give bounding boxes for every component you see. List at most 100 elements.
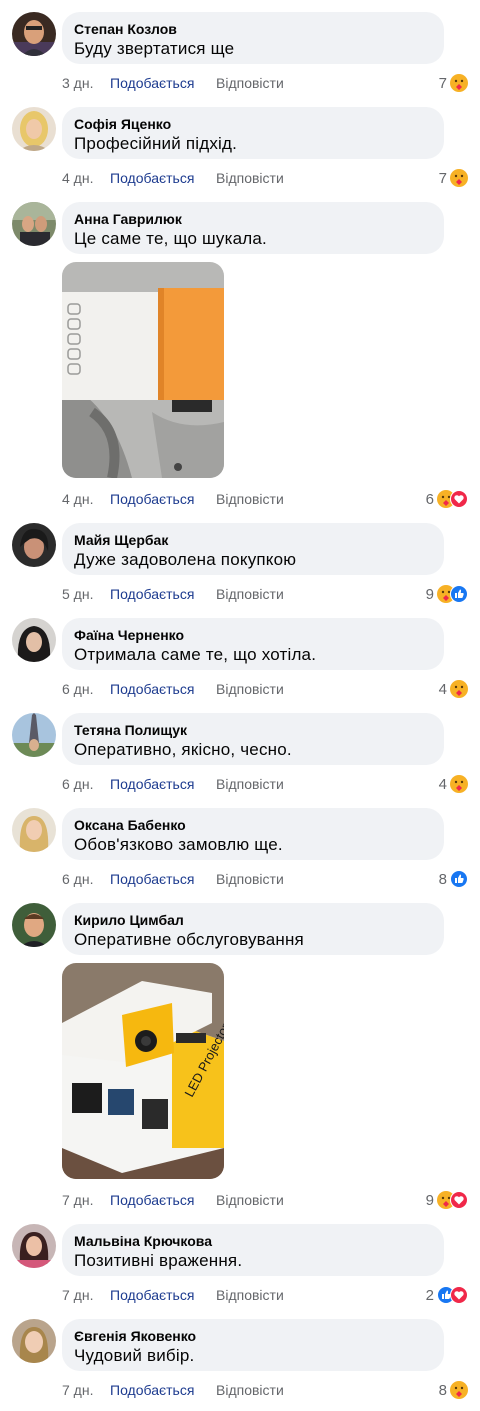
comment-bubble: Кирило Цимбал Оперативне обслуговування <box>62 903 444 955</box>
comment-actions: 4 дн. Подобається Відповісти <box>62 168 284 188</box>
reply-button[interactable]: Відповісти <box>216 584 284 604</box>
reactions-summary[interactable]: 9 <box>426 1190 468 1210</box>
comment-author[interactable]: Кирило Цимбал <box>74 911 432 929</box>
comment-bubble: Анна Гаврилюк Це саме те, що шукала. <box>62 202 444 254</box>
reactions-summary[interactable]: 8 <box>439 869 468 889</box>
reply-button[interactable]: Відповісти <box>216 1380 284 1400</box>
reactions-summary[interactable]: 6 <box>426 489 468 509</box>
like-button[interactable]: Подобається <box>110 1285 216 1305</box>
comment-time[interactable]: 6 дн. <box>62 869 110 889</box>
comment-text: Оперативне обслуговування <box>74 930 304 949</box>
like-button[interactable]: Подобається <box>110 489 216 509</box>
like-button[interactable]: Подобається <box>110 1380 216 1400</box>
comment-author[interactable]: Фаїна Черненко <box>74 626 432 644</box>
care-reaction-icon <box>450 680 468 698</box>
projector-box-photo[interactable]: LED Projector <box>62 963 224 1179</box>
projector-closeup-photo[interactable] <box>62 262 224 478</box>
reactions-summary[interactable]: 7 <box>439 168 468 188</box>
reply-button[interactable]: Відповісти <box>216 679 284 699</box>
reaction-count: 4 <box>438 680 447 698</box>
comment-author[interactable]: Софія Яценко <box>74 115 432 133</box>
comment-bubble: Софія Яценко Професійний підхід. <box>62 107 444 159</box>
comment-actions: 3 дн. Подобається Відповісти <box>62 73 284 93</box>
comment-actions: 6 дн. Подобається Відповісти <box>62 774 284 794</box>
reaction-count: 8 <box>438 870 447 888</box>
comment-time[interactable]: 7 дн. <box>62 1285 110 1305</box>
reply-button[interactable]: Відповісти <box>216 869 284 889</box>
reply-button[interactable]: Відповісти <box>216 1285 284 1305</box>
comment-text: Це саме те, що шукала. <box>74 229 267 248</box>
comment-time[interactable]: 3 дн. <box>62 73 110 93</box>
comment-actions: 5 дн. Подобається Відповісти <box>62 584 284 604</box>
care-reaction-icon <box>450 74 468 92</box>
comment-time[interactable]: 7 дн. <box>62 1190 110 1210</box>
avatar[interactable] <box>12 903 56 947</box>
like-button[interactable]: Подобається <box>110 73 216 93</box>
reactions-summary[interactable]: 2 <box>426 1285 468 1305</box>
comment-actions: 4 дн. Подобається Відповісти <box>62 489 284 509</box>
avatar[interactable] <box>12 618 56 662</box>
reactions-summary[interactable]: 8 <box>439 1380 468 1400</box>
comment-actions: 7 дн. Подобається Відповісти <box>62 1285 284 1305</box>
comment-time[interactable]: 7 дн. <box>62 1380 110 1400</box>
reply-button[interactable]: Відповісти <box>216 774 284 794</box>
comment-author[interactable]: Тетяна Полищук <box>74 721 432 739</box>
reaction-count: 9 <box>425 1191 434 1209</box>
reply-button[interactable]: Відповісти <box>216 1190 284 1210</box>
reactions-summary[interactable]: 4 <box>439 774 468 794</box>
comment-time[interactable]: 6 дн. <box>62 679 110 699</box>
reactions-summary[interactable]: 4 <box>439 679 468 699</box>
like-button[interactable]: Подобається <box>110 1190 216 1210</box>
comment-bubble: Оксана Бабенко Обов'язково замовлю ще. <box>62 808 444 860</box>
comment-time[interactable]: 5 дн. <box>62 584 110 604</box>
comment-actions: 6 дн. Подобається Відповісти <box>62 679 284 699</box>
comment-author[interactable]: Мальвіна Крючкова <box>74 1232 432 1250</box>
reactions-summary[interactable]: 7 <box>439 73 468 93</box>
love-reaction-icon <box>450 1286 468 1304</box>
comment-author[interactable]: Оксана Бабенко <box>74 816 432 834</box>
comment-author[interactable]: Анна Гаврилюк <box>74 210 432 228</box>
like-button[interactable]: Подобається <box>110 679 216 699</box>
like-button[interactable]: Подобається <box>110 168 216 188</box>
comment-actions: 7 дн. Подобається Відповісти <box>62 1380 284 1400</box>
comment-time[interactable]: 4 дн. <box>62 168 110 188</box>
reply-button[interactable]: Відповісти <box>216 73 284 93</box>
avatar[interactable] <box>12 107 56 151</box>
like-button[interactable]: Подобається <box>110 774 216 794</box>
comment-time[interactable]: 6 дн. <box>62 774 110 794</box>
reactions-summary[interactable]: 9 <box>426 584 468 604</box>
comment-author[interactable]: Євгенія Яковенко <box>74 1327 432 1345</box>
avatar[interactable] <box>12 713 56 757</box>
love-reaction-icon <box>450 1191 468 1209</box>
avatar[interactable] <box>12 808 56 852</box>
like-button[interactable]: Подобається <box>110 584 216 604</box>
comment-author[interactable]: Майя Щербак <box>74 531 432 549</box>
comment-bubble: Мальвіна Крючкова Позитивні враження. <box>62 1224 444 1276</box>
comment-author[interactable]: Степан Козлов <box>74 20 432 38</box>
like-reaction-icon <box>450 585 468 603</box>
reply-button[interactable]: Відповісти <box>216 489 284 509</box>
reaction-count: 9 <box>425 585 434 603</box>
care-reaction-icon <box>450 775 468 793</box>
avatar[interactable] <box>12 1224 56 1268</box>
comment-text: Отримала саме те, що хотіла. <box>74 645 317 664</box>
like-button[interactable]: Подобається <box>110 869 216 889</box>
comment-bubble: Степан Козлов Буду звертатися ще <box>62 12 444 64</box>
avatar[interactable] <box>12 202 56 246</box>
reaction-count: 2 <box>425 1286 434 1304</box>
avatar[interactable] <box>12 523 56 567</box>
comment-text: Оперативно, якісно, чесно. <box>74 740 292 759</box>
reply-button[interactable]: Відповісти <box>216 168 284 188</box>
avatar[interactable] <box>12 1319 56 1363</box>
avatar[interactable] <box>12 12 56 56</box>
reaction-count: 4 <box>438 775 447 793</box>
care-reaction-icon <box>450 1381 468 1399</box>
reaction-count: 8 <box>438 1381 447 1399</box>
comment-bubble: Фаїна Черненко Отримала саме те, що хоті… <box>62 618 444 670</box>
comment-text: Дуже задоволена покупкою <box>74 550 297 569</box>
reaction-count: 7 <box>438 169 447 187</box>
comment-actions: 6 дн. Подобається Відповісти <box>62 869 284 889</box>
comment-text: Професійний підхід. <box>74 134 238 153</box>
comment-time[interactable]: 4 дн. <box>62 489 110 509</box>
comment-bubble: Майя Щербак Дуже задоволена покупкою <box>62 523 444 575</box>
